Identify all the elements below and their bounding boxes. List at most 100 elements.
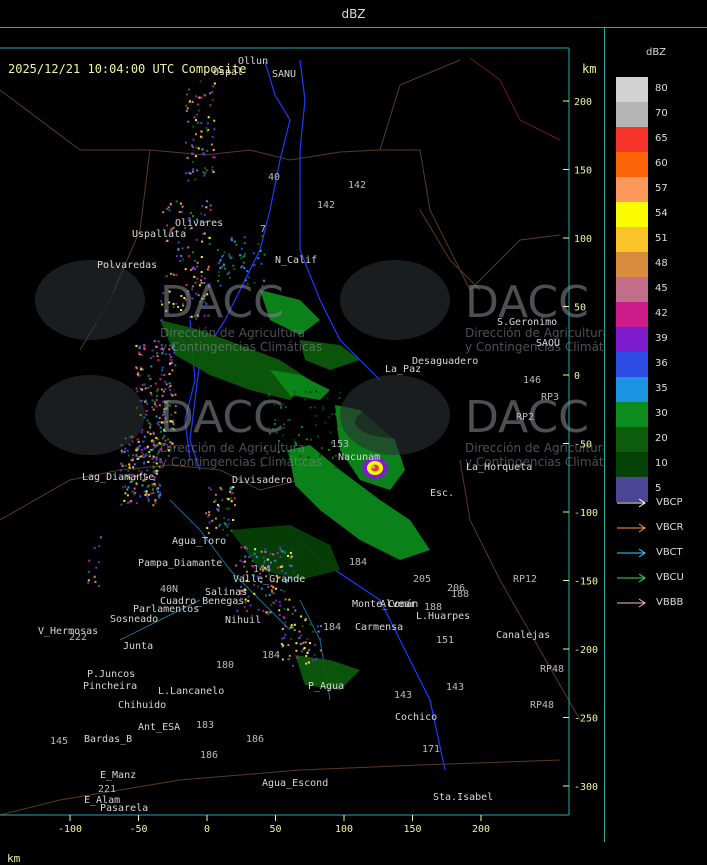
route-label: 40: [268, 172, 280, 183]
radar-row-vbcp[interactable]: VBCP: [616, 496, 706, 510]
route-label: RP2: [516, 412, 534, 423]
radar-row-vbct[interactable]: VBCT: [616, 546, 706, 560]
route-label: RP48: [530, 700, 554, 711]
place-label: Olivares: [175, 218, 223, 229]
route-label: 142: [317, 200, 335, 211]
scale-row-70: 70: [616, 102, 706, 127]
y-tick-label: -50: [574, 440, 592, 451]
x-tick-label: 0: [204, 824, 210, 835]
place-label: Divisadero: [232, 475, 292, 486]
place-label: SAOU: [536, 338, 560, 349]
scale-row-45: 45: [616, 277, 706, 302]
x-tick-label: 150: [403, 824, 421, 835]
x-tick-label: 200: [472, 824, 490, 835]
watermark-brand: DACC: [160, 277, 284, 328]
route-label: 184: [349, 557, 367, 568]
place-label: S.Geronimo: [497, 317, 557, 328]
y-tick-label: -100: [574, 508, 598, 519]
place-label: SANU: [272, 69, 296, 80]
scale-swatch: [616, 327, 648, 352]
place-label: E_Manz: [100, 770, 136, 781]
scale-label: 35: [655, 383, 668, 394]
arrow-right-icon: [617, 523, 646, 533]
radar-label: VBCR: [656, 522, 684, 533]
legend-title: dBZ: [645, 47, 667, 58]
scale-label: 45: [655, 283, 668, 294]
scale-swatch: [616, 302, 648, 327]
watermark-line2: y Contingencias Climáticas: [465, 340, 604, 354]
radar-label: VBCU: [656, 572, 684, 583]
place-label: Agua_Toro: [172, 536, 226, 547]
y-tick-label: 100: [574, 234, 592, 245]
arrow-right-icon: [617, 498, 646, 508]
route-label: 143: [446, 682, 464, 693]
watermark-brand: DACC: [160, 392, 284, 443]
scale-label: 5: [655, 483, 662, 494]
watermark-line1: Dirección de Agricultura: [160, 326, 305, 340]
route-label: 188: [451, 589, 469, 600]
scale-label: 42: [655, 308, 668, 319]
route-label: 142: [348, 180, 366, 191]
y-tick-label: -150: [574, 577, 598, 588]
scale-label: 70: [655, 108, 668, 119]
place-label: P_Agua: [308, 681, 344, 692]
y-tick-label: -200: [574, 645, 598, 656]
y-tick-label: -250: [574, 714, 598, 725]
km-unit-bottom: km: [7, 852, 21, 865]
place-label: Agua_Escond: [262, 778, 328, 789]
x-tick-label: -100: [58, 824, 82, 835]
route-label: 183: [196, 720, 214, 731]
route-label: 205: [413, 574, 431, 585]
scale-swatch: [616, 102, 648, 127]
place-label: Cochico: [395, 712, 437, 723]
route-label: RP48: [540, 664, 564, 675]
scale-label: 60: [655, 158, 668, 169]
arrow-right-icon: [617, 573, 646, 583]
scale-row-39: 39: [616, 327, 706, 352]
route-label: 171: [422, 744, 440, 755]
place-label: Desaguadero: [412, 356, 478, 367]
place-label: Monte_Comán: [352, 598, 418, 610]
scale-label: 20: [655, 433, 668, 444]
radar-row-vbcu[interactable]: VBCU: [616, 571, 706, 585]
place-label: Esc.: [430, 488, 454, 499]
radar-map-panel[interactable]: DACC Dirección de Agricultura y Contingenc…: [0, 28, 605, 865]
place-label: Carmensa: [355, 622, 403, 633]
route-label: 184: [262, 650, 280, 661]
scale-label: 36: [655, 358, 668, 369]
place-label: La_Horqueta: [466, 462, 532, 473]
scale-swatch: [616, 77, 648, 102]
route-label: 144: [253, 564, 271, 575]
scale-label: 54: [655, 208, 668, 219]
place-label: Pampa_Diamante: [138, 558, 222, 569]
route-label: 186: [246, 734, 264, 745]
scale-row-35: 35: [616, 377, 706, 402]
scale-swatch: [616, 152, 648, 177]
scale-label: 51: [655, 233, 668, 244]
scale-row-60: 60: [616, 152, 706, 177]
route-label: RP3: [541, 392, 559, 403]
scale-label: 30: [655, 408, 668, 419]
watermark-line1: Dirección de Agricultura: [465, 326, 604, 340]
panel-title: dBZ: [0, 0, 707, 28]
scale-row-30: 30: [616, 402, 706, 427]
radar-label: VBBB: [656, 597, 684, 608]
place-label: La_Paz: [385, 364, 421, 375]
scale-row-57: 57: [616, 177, 706, 202]
place-label: Polvaredas: [97, 260, 157, 271]
y-tick-label: -300: [574, 782, 598, 793]
place-label: Junta: [123, 641, 153, 652]
radar-composite-map[interactable]: DACCDirección de Agriculturay Contingenc…: [0, 28, 604, 842]
place-label: L.Lancanelo: [158, 686, 224, 697]
y-tick-label: 200: [574, 97, 592, 108]
scale-swatch: [616, 377, 648, 402]
scale-swatch: [616, 177, 648, 202]
scale-swatch: [616, 402, 648, 427]
arrow-right-icon: [617, 548, 646, 558]
radar-row-vbbb[interactable]: VBBB: [616, 596, 706, 610]
radar-row-vbcr[interactable]: VBCR: [616, 521, 706, 535]
km-unit-right: km: [582, 62, 597, 76]
y-tick-label: 150: [574, 166, 592, 177]
x-tick-label: 50: [269, 824, 281, 835]
route-label: 221: [98, 784, 116, 795]
